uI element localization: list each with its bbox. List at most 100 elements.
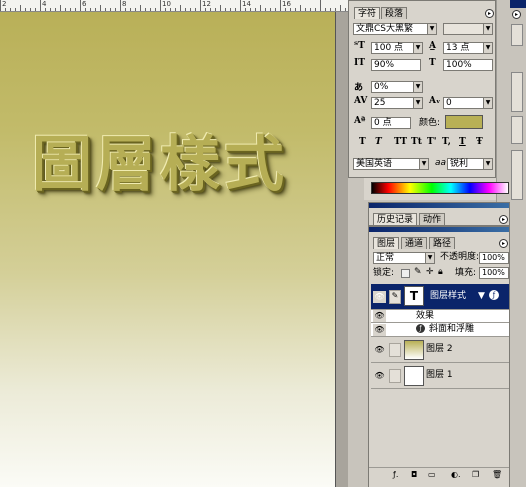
all-caps-button[interactable]: TT [394,137,407,147]
vertical-scale-field[interactable]: 90% [371,59,421,71]
faux-bold-button[interactable]: T [359,137,366,147]
ruler-tick [90,8,91,11]
opacity-field[interactable]: 100% [479,252,509,264]
layer1-visibility-eye-icon[interactable]: 👁︎ [373,370,386,382]
ruler-tick [295,8,296,11]
text-color-swatch[interactable] [445,115,483,129]
ruler-tick [340,5,341,11]
dock-slot-4[interactable] [511,150,523,200]
new-set-icon[interactable]: ▭ [428,470,436,479]
ruler-tick [330,8,331,11]
horizontal-scale-field[interactable]: 100% [443,59,493,71]
lock-position-icon[interactable]: ✛ [426,267,434,278]
delete-layer-icon[interactable]: 🗑︎ [492,470,502,479]
dock-slot-1[interactable] [511,24,523,46]
tsume-icon: あ [354,83,364,93]
color-ramp[interactable] [371,182,509,194]
layer-row-layer1[interactable]: 👁︎ 图层 1 [371,363,509,389]
ruler-tick [135,8,136,11]
leading-icon: A̲ [429,41,436,51]
tab-paragraph[interactable]: 段落 [381,7,408,19]
tsume-field[interactable]: 0% ▼ [371,81,423,93]
font-style-select[interactable]: ▼ [443,23,493,35]
ruler-tick [120,0,121,11]
ruler-number: 4 [42,0,47,8]
ruler-tick [265,8,266,11]
baseline-shift-field[interactable]: 0 点 [371,117,411,129]
lock-transparency-icon[interactable] [401,269,410,278]
leading-field[interactable]: 13 点 ▼ [443,42,493,54]
layer1-link-box[interactable] [389,369,401,383]
tab-character[interactable]: 字符 [354,7,381,19]
language-select[interactable]: 美国英语 ▼ [353,158,429,170]
lock-all-icon[interactable]: 🔒︎ [438,267,443,278]
document-canvas[interactable]: 圖層樣式 [0,12,336,487]
new-layer-icon[interactable]: ❐ [472,470,479,479]
layer-effects-row[interactable]: 👁︎ 效果 [371,310,509,323]
history-panel: 历史记录 动作 ▸ [368,202,510,226]
layer-effect-bevel-row[interactable]: 👁︎ ƒ 斜面和浮雕 [371,323,509,337]
layer-row-layer2[interactable]: 👁︎ 图层 2 [371,337,509,363]
layer2-link-box[interactable] [389,343,401,357]
font-size-field[interactable]: 100 点 ▼ [371,42,423,54]
fill-field[interactable]: 100% [479,267,509,279]
dock-slot-3[interactable] [511,116,523,144]
tab-channels[interactable]: 通道 [401,237,428,249]
ruler-tick [30,8,31,11]
ruler-tick [85,8,86,11]
layer2-visibility-eye-icon[interactable]: 👁︎ [373,344,386,356]
dock-slot-2[interactable] [511,72,523,112]
ruler-tick [100,5,101,11]
ruler-number: 8 [122,0,127,8]
lock-image-icon[interactable]: ✎ [414,267,422,278]
ruler-tick [325,8,326,11]
ruler-tick [20,5,21,11]
ruler-tick [160,0,161,11]
tracking-field[interactable]: 25 ▼ [371,97,423,109]
blend-mode-select[interactable]: 正常 ▼ [373,252,435,264]
expand-effects-icon[interactable]: ▼ [478,291,485,302]
tab-history[interactable]: 历史记录 [373,213,418,225]
history-menu-button[interactable]: ▸ [499,215,508,224]
kerning-field[interactable]: 0 ▼ [443,97,493,109]
add-mask-icon[interactable]: ◘ [411,470,417,479]
ruler-tick [35,8,36,11]
faux-italic-button[interactable]: T [375,137,382,147]
ruler-tick [145,8,146,11]
text-layer-thumbnail: T [404,286,424,306]
effects-label: 效果 [416,311,435,321]
link-brush-icon[interactable]: ✎ [389,290,401,304]
workspace-background [336,12,348,487]
underline-button[interactable]: T [459,137,466,147]
strikethrough-button[interactable]: Ŧ [476,137,483,147]
ruler-tick [95,8,96,11]
adjustment-layer-icon[interactable]: ◐. [451,470,461,479]
font-size-icon: ᵀT [354,41,365,51]
add-style-icon[interactable]: ƒ. [393,470,398,479]
font-family-select[interactable]: 文鼎CS大黑繁 ▼ [353,23,437,35]
layer-name: 图层样式 [430,291,467,301]
dock-collapse-button[interactable]: ▸ [512,10,521,19]
visibility-eye-icon[interactable]: 👁︎ [373,291,386,303]
opacity-label: 不透明度: [440,252,480,262]
effects-visibility-eye-icon[interactable]: 👁︎ [373,310,386,322]
baseline-shift-icon: Aª [354,116,366,126]
bevel-visibility-eye-icon[interactable]: 👁︎ [373,324,386,336]
horizontal-scale-icon: T [429,58,436,68]
tab-layers[interactable]: 图层 [373,237,400,249]
tab-actions[interactable]: 动作 [419,213,446,225]
tab-paths[interactable]: 路径 [429,237,456,249]
subscript-button[interactable]: T, [442,137,451,147]
layer2-name: 图层 2 [426,344,453,354]
layers-menu-button[interactable]: ▸ [499,239,508,248]
fx-badge-icon: ƒ [489,290,499,300]
antialias-select[interactable]: 锐利 ▼ [447,158,493,170]
layer-row-text[interactable]: 👁︎ ✎ T 图层样式 ▼ ƒ [371,284,509,310]
panel-menu-button[interactable]: ▸ [485,9,494,18]
ruler-tick [75,8,76,11]
small-caps-button[interactable]: Tt [411,137,422,147]
ruler-tick [60,5,61,11]
ruler-tick [200,0,201,11]
ruler-number: 10 [162,0,171,8]
superscript-button[interactable]: T' [427,137,436,147]
